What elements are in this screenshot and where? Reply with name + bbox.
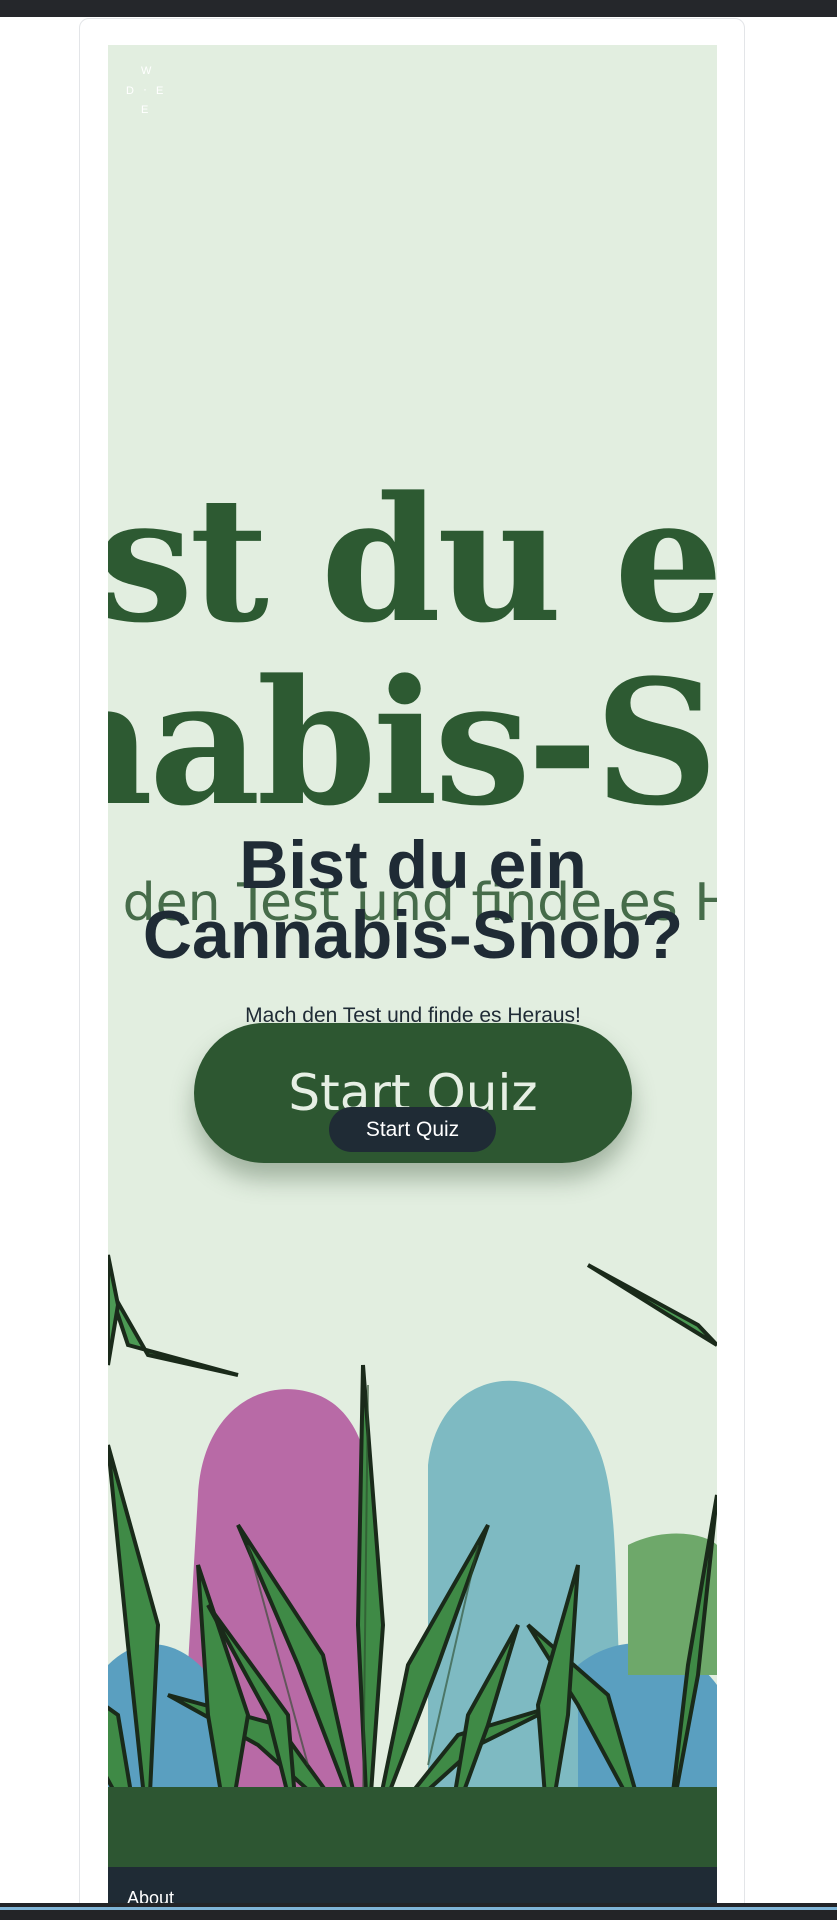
site-logo[interactable]: W D · E E bbox=[126, 65, 166, 116]
logo-letter: W bbox=[141, 65, 153, 77]
page-title: Bist du ein Cannabis-Snob? bbox=[142, 827, 684, 973]
logo-dot: · bbox=[143, 82, 148, 96]
hero-image-headline-line2: nabis-Sn bbox=[108, 641, 717, 844]
hero-image-headline-line1: ist du ei bbox=[108, 458, 717, 661]
cannabis-leaves-illustration bbox=[108, 1254, 717, 1787]
logo-letter: D bbox=[126, 85, 135, 97]
logo-letter: E bbox=[156, 85, 165, 97]
window-bottom-edge bbox=[0, 1903, 837, 1920]
window-bottom-stripe bbox=[0, 1907, 837, 1910]
footer-green-band bbox=[108, 1787, 717, 1867]
page-subtitle: Mach den Test und finde es Heraus! bbox=[245, 1004, 581, 1027]
start-quiz-button[interactable]: Start Quiz bbox=[329, 1107, 496, 1152]
logo-letter: E bbox=[141, 104, 150, 116]
browser-topbar bbox=[0, 0, 837, 17]
